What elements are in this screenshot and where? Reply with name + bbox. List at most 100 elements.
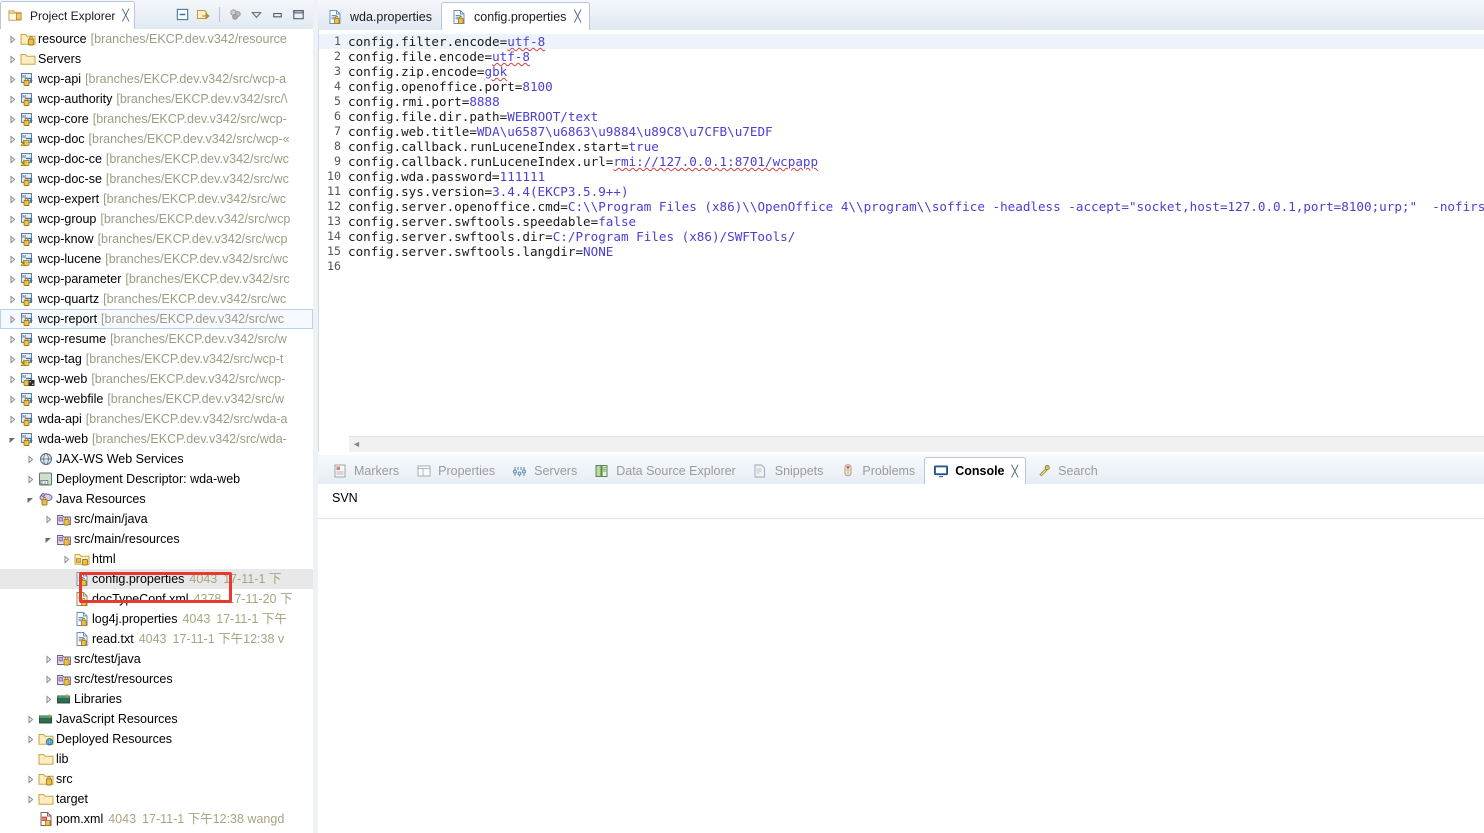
- tree-item-wcp-doc-se[interactable]: Mwcp-doc-se [branches/EKCP.dev.v342/src/w…: [0, 169, 313, 189]
- tab-project-explorer[interactable]: Project Explorer ╳: [0, 0, 135, 30]
- text-editor[interactable]: 1 config.filter.encode= utf-8 2 config.file.…: [318, 30, 1484, 452]
- code-line[interactable]: 5 config.rmi.port= 8888: [319, 94, 1484, 109]
- tree-item-src-test-java[interactable]: src/test/java: [0, 649, 313, 669]
- tree-item-jax-ws-web-services[interactable]: JAX-WS Web Services: [0, 449, 313, 469]
- tree-item-wcp-group[interactable]: Mwcp-group [branches/EKCP.dev.v342/src/wc…: [0, 209, 313, 229]
- code-line[interactable]: 10 config.wda.password= 111111: [319, 169, 1484, 184]
- tree-item-wcp-know[interactable]: Mwcp-know [branches/EKCP.dev.v342/src/wcp: [0, 229, 313, 249]
- tree-item-wcp-webfile[interactable]: Mwcp-webfile [branches/EKCP.dev.v342/src/…: [0, 389, 313, 409]
- chevron-right-icon[interactable]: [6, 54, 19, 64]
- editor-tab-wda-properties[interactable]: wda.properties: [318, 3, 440, 30]
- code-line[interactable]: 6 config.file.dir.path= WEBROOT/text: [319, 109, 1484, 124]
- tree-item-config-properties[interactable]: config.properties 4043 17-11-1 下: [0, 569, 313, 589]
- chevron-right-icon[interactable]: [6, 94, 19, 104]
- tree-item-doctypeconf-xml[interactable]: x docTypeConf.xml 4378 17-11-20 下: [0, 589, 313, 609]
- chevron-right-icon[interactable]: [6, 334, 19, 344]
- bottom-tab-console[interactable]: Console ╳: [924, 457, 1027, 485]
- code-line[interactable]: 7 config.web.title= WDA\u6587\u6863\u9884\…: [319, 124, 1484, 139]
- code-line[interactable]: 13 config.server.swftools.speedable= false: [319, 214, 1484, 229]
- tree-item-log4j-properties[interactable]: log4j.properties 4043 17-11-1 下午: [0, 609, 313, 629]
- tree-item-wda-web[interactable]: Mwda-web [branches/EKCP.dev.v342/src/wda-: [0, 429, 313, 449]
- bottom-tab-markers[interactable]: Markers: [324, 458, 406, 484]
- chevron-right-icon[interactable]: [6, 134, 19, 144]
- tree-item-wcp-lucene[interactable]: Mwcp-lucene [branches/EKCP.dev.v342/src/w…: [0, 249, 313, 269]
- editor-horizontal-scrollbar[interactable]: ◄: [349, 436, 1484, 452]
- chevron-right-icon[interactable]: [6, 414, 19, 424]
- tree-item-resource[interactable]: resource [branches/EKCP.dev.v342/resource: [0, 29, 313, 49]
- tree-item-wcp-quartz[interactable]: Mwcp-quartz [branches/EKCP.dev.v342/src/w…: [0, 289, 313, 309]
- chevron-right-icon[interactable]: [6, 274, 19, 284]
- close-icon[interactable]: ╳: [122, 9, 129, 22]
- chevron-right-icon[interactable]: [6, 234, 19, 244]
- chevron-right-icon[interactable]: [24, 794, 37, 804]
- tree-item-wcp-tag[interactable]: Mwcp-tag [branches/EKCP.dev.v342/src/wcp-…: [0, 349, 313, 369]
- tree-item-deployment-descriptor-wda-web[interactable]: 2.5 Deployment Descriptor: wda-web: [0, 469, 313, 489]
- bottom-tab-properties[interactable]: Properties: [408, 458, 502, 484]
- tree-item-src-main-resources[interactable]: src/main/resources: [0, 529, 313, 549]
- tree-item-src[interactable]: src: [0, 769, 313, 789]
- chevron-right-icon[interactable]: [24, 774, 37, 784]
- chevron-down-icon[interactable]: [42, 535, 55, 544]
- tree-item-read-txt[interactable]: read.txt 4043 17-11-1 下午12:38 v: [0, 629, 313, 649]
- close-icon[interactable]: ╳: [1012, 465, 1019, 478]
- chevron-right-icon[interactable]: [42, 674, 55, 684]
- chevron-right-icon[interactable]: [6, 354, 19, 364]
- bottom-tab-servers[interactable]: Servers: [504, 458, 584, 484]
- link-with-editor-icon[interactable]: [194, 5, 213, 24]
- close-icon[interactable]: ╳: [574, 10, 581, 23]
- code-line[interactable]: 15 config.server.swftools.langdir= NONE: [319, 244, 1484, 259]
- tree-item-wda-api[interactable]: Mwda-api [branches/EKCP.dev.v342/src/wda-…: [0, 409, 313, 429]
- code-line[interactable]: 2 config.file.encode= utf-8: [319, 49, 1484, 64]
- code-line[interactable]: 1 config.filter.encode= utf-8: [319, 34, 1484, 49]
- code-line[interactable]: 14 config.server.swftools.dir= C:/Program …: [319, 229, 1484, 244]
- chevron-right-icon[interactable]: [24, 714, 37, 724]
- chevron-right-icon[interactable]: [6, 34, 19, 44]
- code-line[interactable]: 8 config.callback.runLuceneIndex.start= tr…: [319, 139, 1484, 154]
- tree-item-wcp-authority[interactable]: Mwcp-authority [branches/EKCP.dev.v342/sr…: [0, 89, 313, 109]
- minimize-icon[interactable]: [268, 5, 287, 24]
- view-menu-icon[interactable]: [247, 5, 266, 24]
- chevron-down-icon[interactable]: [24, 495, 37, 504]
- chevron-right-icon[interactable]: [24, 454, 37, 464]
- bottom-tab-snippets[interactable]: Snippets: [745, 458, 831, 484]
- tree-item-pom-xml[interactable]: m pom.xml 4043 17-11-1 下午12:38 wangd: [0, 809, 313, 829]
- tree-item-lib[interactable]: lib: [0, 749, 313, 769]
- chevron-right-icon[interactable]: [6, 374, 19, 384]
- tree-item-target[interactable]: target: [0, 789, 313, 809]
- chevron-right-icon[interactable]: [6, 154, 19, 164]
- chevron-right-icon[interactable]: [24, 474, 37, 484]
- chevron-right-icon[interactable]: [42, 694, 55, 704]
- maximize-icon[interactable]: [289, 5, 308, 24]
- code-line[interactable]: 9 config.callback.runLuceneIndex.url= rmi:…: [319, 154, 1484, 169]
- chevron-right-icon[interactable]: [42, 654, 55, 664]
- bottom-tab-data-source-explorer[interactable]: Data Source Explorer: [586, 458, 743, 484]
- scroll-left-arrow-icon[interactable]: ◄: [352, 439, 361, 449]
- chevron-right-icon[interactable]: [60, 554, 73, 564]
- chevron-right-icon[interactable]: [6, 314, 19, 324]
- bottom-tab-search[interactable]: Search: [1028, 458, 1105, 484]
- tree-item-wcp-doc[interactable]: Mwcp-doc [branches/EKCP.dev.v342/src/wcp-…: [0, 129, 313, 149]
- tree-item-java-resources[interactable]: Java Resources: [0, 489, 313, 509]
- code-line[interactable]: 16: [319, 259, 1484, 274]
- tree-item-src-test-resources[interactable]: src/test/resources: [0, 669, 313, 689]
- tree-item-wcp-parameter[interactable]: Mwcp-parameter [branches/EKCP.dev.v342/sr…: [0, 269, 313, 289]
- code-line[interactable]: 12 config.server.openoffice.cmd= C:\\Progr…: [319, 199, 1484, 214]
- code-line[interactable]: 4 config.openoffice.port= 8100: [319, 79, 1484, 94]
- chevron-right-icon[interactable]: [24, 734, 37, 744]
- console-view[interactable]: SVN: [318, 484, 1484, 833]
- chevron-right-icon[interactable]: [6, 174, 19, 184]
- code-line[interactable]: 3 config.zip.encode= gbk: [319, 64, 1484, 79]
- chevron-right-icon[interactable]: [6, 74, 19, 84]
- tree-item-wcp-doc-ce[interactable]: Mwcp-doc-ce [branches/EKCP.dev.v342/src/w…: [0, 149, 313, 169]
- tree-item-deployed-resources[interactable]: Deployed Resources: [0, 729, 313, 749]
- chevron-right-icon[interactable]: [6, 194, 19, 204]
- code-line[interactable]: 11 config.sys.version= 3.4.4(EKCP3.5.9++): [319, 184, 1484, 199]
- chevron-down-icon[interactable]: [6, 435, 19, 444]
- tree-item-wcp-expert[interactable]: Mwcp-expert [branches/EKCP.dev.v342/src/w…: [0, 189, 313, 209]
- bottom-tab-problems[interactable]: Problems: [832, 458, 922, 484]
- chevron-right-icon[interactable]: [42, 514, 55, 524]
- tree-item-javascript-resources[interactable]: JavaScript Resources: [0, 709, 313, 729]
- view-filters-icon[interactable]: [226, 5, 245, 24]
- chevron-right-icon[interactable]: [6, 254, 19, 264]
- tree-item-wcp-resume[interactable]: Mwcp-resume [branches/EKCP.dev.v342/src/w: [0, 329, 313, 349]
